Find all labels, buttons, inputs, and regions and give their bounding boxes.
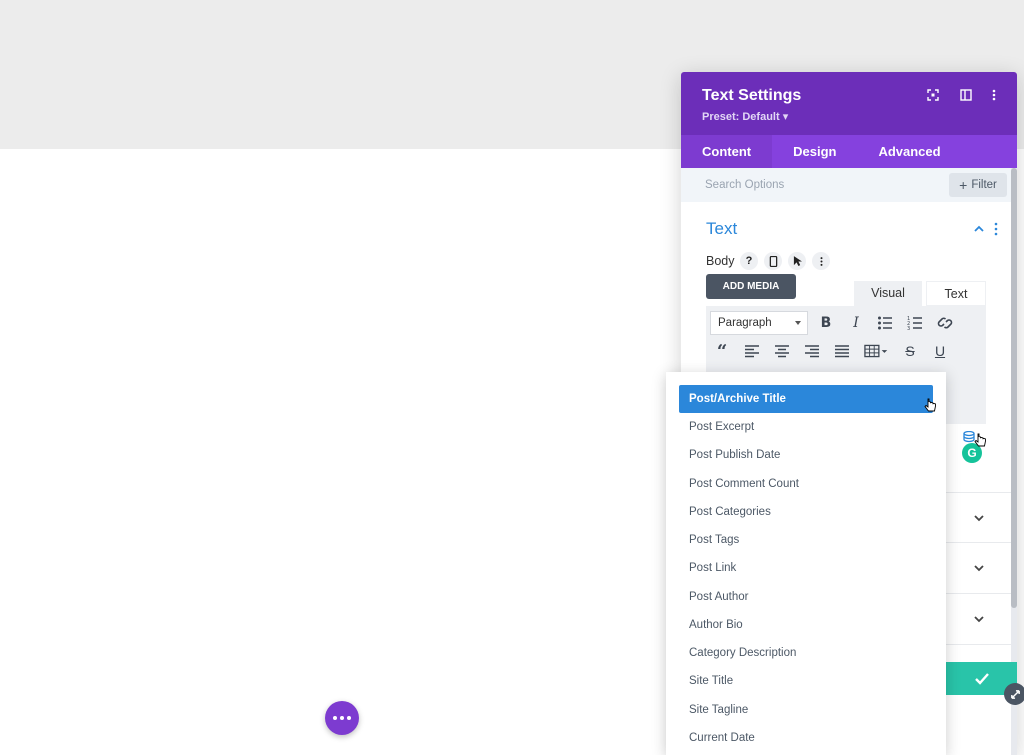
blockquote-icon[interactable]: “ bbox=[713, 341, 731, 362]
dot bbox=[333, 716, 337, 720]
dropdown-item[interactable]: Post Excerpt bbox=[679, 413, 933, 441]
preset-selector[interactable]: Preset: Default ▾ bbox=[702, 110, 788, 123]
chevron-down-icon bbox=[795, 321, 801, 325]
bullet-list-icon[interactable] bbox=[876, 314, 894, 332]
dropdown-item[interactable]: Post Comment Count bbox=[679, 470, 933, 498]
align-right-icon[interactable] bbox=[803, 342, 821, 360]
hand-cursor-icon bbox=[924, 398, 936, 412]
divider bbox=[946, 644, 1011, 645]
chevron-down-icon[interactable] bbox=[973, 613, 985, 625]
section-more-icon[interactable] bbox=[993, 222, 999, 236]
align-left-icon[interactable] bbox=[743, 342, 761, 360]
dropdown-item[interactable]: Post/Archive Title bbox=[679, 385, 933, 413]
body-field-label: Body bbox=[706, 254, 735, 268]
hover-cursor-icon[interactable] bbox=[788, 252, 806, 270]
dropdown-item[interactable]: Post Categories bbox=[679, 498, 933, 526]
numbered-list-icon[interactable]: 123 bbox=[906, 314, 924, 332]
tab-design[interactable]: Design bbox=[772, 135, 857, 168]
chevron-down-icon[interactable] bbox=[973, 512, 985, 524]
dropdown-item[interactable]: Post Tags bbox=[679, 526, 933, 554]
align-justify-icon[interactable] bbox=[833, 342, 851, 360]
divider bbox=[946, 492, 1011, 493]
panel-title: Text Settings bbox=[702, 87, 802, 104]
section-title-text[interactable]: Text bbox=[706, 219, 737, 239]
tab-advanced[interactable]: Advanced bbox=[857, 135, 961, 168]
dropdown-item[interactable]: Author Bio bbox=[679, 611, 933, 639]
dropdown-item[interactable]: Site Title bbox=[679, 667, 933, 695]
focus-icon[interactable] bbox=[926, 88, 940, 102]
checkmark-icon bbox=[974, 672, 989, 685]
dropdown-item[interactable]: Post Link bbox=[679, 554, 933, 582]
dot bbox=[347, 716, 351, 720]
chevron-up-icon[interactable] bbox=[973, 223, 985, 235]
hand-cursor-icon bbox=[974, 433, 986, 447]
format-select-value: Paragraph bbox=[718, 317, 772, 329]
dropdown-item[interactable]: Post Author bbox=[679, 583, 933, 611]
dropdown-item[interactable]: Category Description bbox=[679, 639, 933, 667]
plus-icon: + bbox=[959, 177, 968, 193]
tab-visual[interactable]: Visual bbox=[854, 281, 922, 306]
scrollbar-thumb[interactable] bbox=[1011, 168, 1017, 608]
strikethrough-icon[interactable]: S bbox=[901, 342, 919, 360]
align-center-icon[interactable] bbox=[773, 342, 791, 360]
page-settings-button[interactable] bbox=[325, 701, 359, 735]
dropdown-item[interactable]: Current Date bbox=[679, 724, 933, 752]
italic-icon[interactable]: I bbox=[847, 314, 865, 332]
format-select[interactable]: Paragraph bbox=[710, 311, 808, 335]
underline-icon[interactable]: U bbox=[931, 342, 949, 360]
dropdown-item[interactable]: Post Publish Date bbox=[679, 441, 933, 469]
dot bbox=[340, 716, 344, 720]
mobile-icon[interactable] bbox=[764, 252, 782, 270]
split-view-icon[interactable] bbox=[959, 88, 973, 102]
chevron-down-icon[interactable] bbox=[973, 562, 985, 574]
field-more-icon[interactable] bbox=[812, 252, 830, 270]
resize-handle[interactable] bbox=[1004, 683, 1024, 705]
filter-label: Filter bbox=[971, 179, 997, 191]
settings-tabs: Content Design Advanced bbox=[681, 135, 1017, 168]
search-input[interactable]: Search Options bbox=[705, 179, 784, 191]
tab-content[interactable]: Content bbox=[681, 135, 773, 168]
divider bbox=[946, 593, 1011, 594]
tab-text[interactable]: Text bbox=[926, 281, 986, 306]
divider bbox=[946, 542, 1011, 543]
table-icon[interactable] bbox=[863, 342, 891, 360]
bold-icon[interactable]: B bbox=[817, 314, 835, 332]
dynamic-content-dropdown: Post/Archive Title Post Excerpt Post Pub… bbox=[666, 372, 946, 755]
svg-text:3: 3 bbox=[907, 326, 910, 331]
dropdown-item[interactable]: Site Tagline bbox=[679, 696, 933, 724]
panel-header: Text Settings Preset: Default ▾ bbox=[681, 72, 1017, 135]
filter-button[interactable]: + Filter bbox=[949, 173, 1007, 197]
resize-icon bbox=[1010, 689, 1020, 699]
search-options-field[interactable]: Search Options + Filter bbox=[681, 168, 1011, 202]
help-icon[interactable]: ? bbox=[740, 252, 758, 270]
more-vertical-icon[interactable] bbox=[987, 88, 1001, 102]
add-media-button[interactable]: ADD MEDIA bbox=[706, 274, 796, 299]
link-icon[interactable] bbox=[936, 314, 954, 332]
